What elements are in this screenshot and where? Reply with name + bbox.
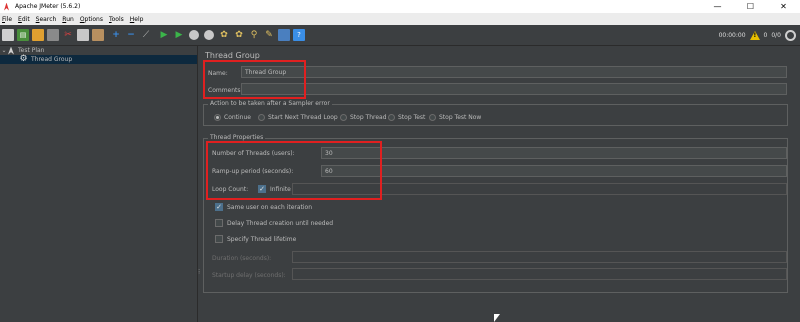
threads-field[interactable]: 30 bbox=[321, 147, 787, 159]
mouse-cursor-icon bbox=[494, 314, 500, 322]
menu-tools-rest: ools bbox=[111, 15, 124, 23]
menu-options[interactable]: Options bbox=[80, 16, 103, 23]
function-helper-icon[interactable] bbox=[278, 29, 290, 41]
menu-run-rest: un bbox=[66, 15, 74, 23]
clear-icon[interactable]: ✿ bbox=[218, 29, 230, 41]
page-title: Thread Group bbox=[205, 51, 260, 60]
radio-icon[interactable] bbox=[340, 114, 347, 121]
search-icon[interactable]: ⚲ bbox=[248, 29, 260, 41]
maximize-button[interactable]: ☐ bbox=[734, 0, 767, 13]
menu-help[interactable]: Help bbox=[130, 16, 144, 23]
radio-icon[interactable] bbox=[388, 114, 395, 121]
save-icon[interactable] bbox=[47, 29, 59, 41]
window-title: Apache JMeter (5.6.2) bbox=[15, 3, 81, 10]
title-bar: Apache JMeter (5.6.2) — ☐ ✕ bbox=[0, 0, 800, 13]
close-button[interactable]: ✕ bbox=[767, 0, 800, 13]
radio-stop-test[interactable]: Stop Test bbox=[388, 114, 425, 121]
start-icon[interactable]: ▶ bbox=[158, 29, 170, 41]
open-icon[interactable] bbox=[32, 29, 44, 41]
radio-selected-icon[interactable] bbox=[214, 114, 221, 121]
toolbar-status: 00:00:00 0 0/0 bbox=[719, 25, 796, 46]
radio-icon[interactable] bbox=[258, 114, 265, 121]
clear-all-icon[interactable]: ✿ bbox=[233, 29, 245, 41]
menu-edit[interactable]: Edit bbox=[18, 16, 30, 23]
radio-start-next-loop[interactable]: Start Next Thread Loop bbox=[258, 114, 338, 121]
collapse-icon[interactable]: − bbox=[125, 29, 137, 41]
checkbox-icon[interactable] bbox=[215, 219, 223, 227]
menu-file[interactable]: File bbox=[2, 16, 12, 23]
paste-icon[interactable] bbox=[92, 29, 104, 41]
shutdown-icon[interactable] bbox=[203, 29, 215, 41]
highlight-thread-properties bbox=[206, 141, 382, 200]
checkbox-checked-icon[interactable]: ✓ bbox=[215, 203, 223, 211]
help-icon[interactable]: ? bbox=[293, 29, 305, 41]
gear-icon: ⚙ bbox=[19, 54, 28, 64]
menu-options-rest: ptions bbox=[84, 15, 103, 23]
jmeter-logo-icon bbox=[3, 3, 11, 11]
thread-lifetime-checkbox[interactable]: Specify Thread lifetime bbox=[215, 235, 296, 243]
test-plan-icon bbox=[7, 47, 15, 55]
window-controls: — ☐ ✕ bbox=[701, 0, 800, 13]
menu-file-rest: ile bbox=[5, 15, 13, 23]
duration-label: Duration (seconds): bbox=[212, 255, 272, 262]
test-plan-tree: ⌄ Test Plan ⚙ Thread Group bbox=[0, 46, 198, 322]
elapsed-time: 00:00:00 bbox=[718, 32, 746, 39]
radio-icon[interactable] bbox=[429, 114, 436, 121]
cut-icon[interactable]: ✂ bbox=[62, 29, 74, 41]
tree-item-label: Test Plan bbox=[18, 47, 45, 54]
radio-stop-thread[interactable]: Stop Thread bbox=[340, 114, 387, 121]
expand-icon[interactable]: + bbox=[110, 29, 122, 41]
jmeter-window: Apache JMeter (5.6.2) — ☐ ✕ File Edit Se… bbox=[0, 0, 800, 322]
warning-icon[interactable] bbox=[749, 31, 760, 40]
sampler-error-title: Action to be taken after a Sampler error bbox=[208, 100, 332, 107]
new-icon[interactable] bbox=[2, 29, 14, 41]
radio-label: Stop Test bbox=[398, 114, 426, 121]
menu-bar: File Edit Search Run Options Tools Help bbox=[0, 13, 800, 25]
radio-label: Start Next Thread Loop bbox=[268, 114, 338, 121]
radio-stop-test-now[interactable]: Stop Test Now bbox=[429, 114, 481, 121]
start-no-pauses-icon[interactable]: ▶ bbox=[173, 29, 185, 41]
radio-label: Continue bbox=[224, 114, 251, 121]
copy-icon[interactable] bbox=[77, 29, 89, 41]
active-threads: 0/0 bbox=[771, 32, 781, 39]
thread-properties-title: Thread Properties bbox=[208, 134, 266, 141]
radio-label: Stop Thread bbox=[350, 114, 387, 121]
startup-delay-field[interactable] bbox=[292, 268, 787, 280]
menu-tools[interactable]: Tools bbox=[109, 16, 124, 23]
checkbox-label: Same user on each iteration bbox=[227, 203, 313, 211]
reset-search-icon[interactable]: ✎ bbox=[263, 29, 275, 41]
menu-edit-rest: dit bbox=[21, 15, 30, 23]
rampup-field[interactable]: 60 bbox=[321, 165, 787, 177]
radio-label: Stop Test Now bbox=[439, 114, 482, 121]
stop-circle bbox=[189, 30, 199, 40]
menu-search-rest: earch bbox=[39, 15, 57, 23]
duration-field[interactable] bbox=[292, 251, 787, 263]
menu-search[interactable]: Search bbox=[36, 16, 57, 23]
menu-help-rest: elp bbox=[134, 15, 144, 23]
checkbox-label: Specify Thread lifetime bbox=[227, 235, 297, 243]
menu-run[interactable]: Run bbox=[62, 16, 74, 23]
checkbox-icon[interactable] bbox=[215, 235, 223, 243]
delay-thread-checkbox[interactable]: Delay Thread creation until needed bbox=[215, 219, 333, 227]
error-count: 0 bbox=[763, 32, 768, 39]
same-user-checkbox[interactable]: ✓ Same user on each iteration bbox=[215, 203, 312, 211]
startup-delay-label: Startup delay (seconds): bbox=[212, 272, 286, 279]
templates-icon[interactable]: ▤ bbox=[17, 29, 29, 41]
stop-icon[interactable] bbox=[188, 29, 200, 41]
toggle-icon[interactable]: ⟋ bbox=[140, 29, 152, 41]
tree-item-label: Thread Group bbox=[31, 56, 73, 63]
name-field[interactable]: Thread Group bbox=[241, 66, 787, 78]
highlight-name-comments bbox=[203, 60, 306, 99]
radio-continue[interactable]: Continue bbox=[214, 114, 251, 121]
comments-field[interactable] bbox=[241, 83, 787, 95]
shutdown-circle bbox=[204, 30, 214, 40]
tree-item-thread-group[interactable]: ⚙ Thread Group bbox=[0, 55, 197, 64]
minimize-button[interactable]: — bbox=[701, 0, 734, 13]
toolbar: ▤ ✂ + − ⟋ ▶ ▶ ✿ ✿ ⚲ ✎ ? 00:00:00 0 0/0 bbox=[0, 25, 800, 46]
activity-indicator-icon bbox=[785, 30, 796, 41]
checkbox-label: Delay Thread creation until needed bbox=[227, 219, 334, 227]
